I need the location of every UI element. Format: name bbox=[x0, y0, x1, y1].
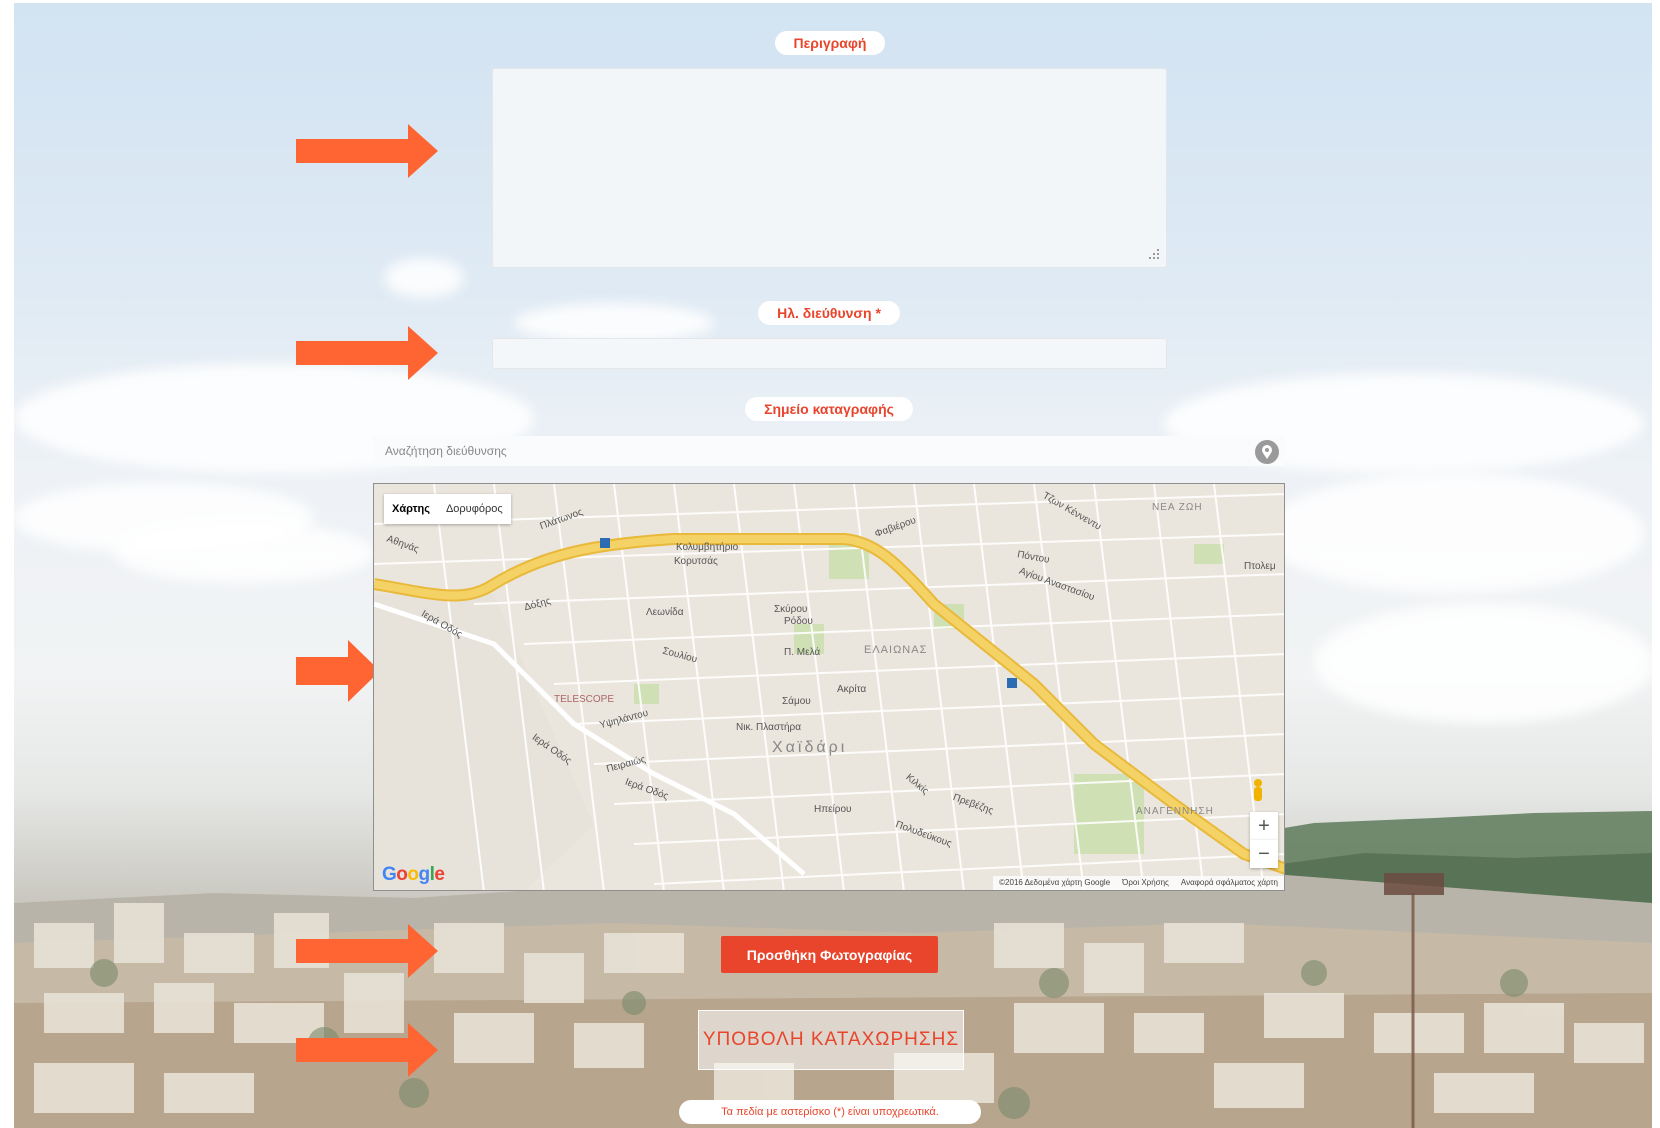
map-label: Πτολεμ bbox=[1244, 561, 1276, 572]
tab-map[interactable]: Χάρτης bbox=[384, 494, 438, 524]
description-label: Περιγραφή bbox=[775, 31, 885, 55]
map-label: Κορυτσάς bbox=[674, 556, 718, 567]
resize-handle-icon[interactable] bbox=[1148, 249, 1160, 261]
map-report-link[interactable]: Αναφορά σφάλματος χάρτη bbox=[1181, 876, 1278, 890]
map-label: Κολυμβητήριο bbox=[676, 542, 739, 553]
map-label: Ηπείρου bbox=[814, 804, 852, 815]
required-fields-note: Τα πεδία με αστερίσκο (*) είναι υποχρεωτ… bbox=[679, 1100, 981, 1124]
email-field[interactable] bbox=[492, 338, 1167, 369]
description-textarea[interactable] bbox=[492, 68, 1167, 268]
zoom-out-button[interactable]: − bbox=[1250, 840, 1278, 868]
map-label: Σάμου bbox=[782, 696, 811, 707]
tab-satellite[interactable]: Δορυφόρος bbox=[438, 494, 511, 524]
email-label: Ηλ. διεύθυνση * bbox=[758, 301, 900, 325]
map-label: ΑΝΑΓΕΝΝΗΣΗ bbox=[1136, 806, 1214, 817]
map-label: Π. Μελά bbox=[784, 647, 821, 658]
city-buildings bbox=[34, 873, 1644, 1128]
map-terms-link[interactable]: Όροι Χρήσης bbox=[1122, 876, 1169, 890]
map-canvas[interactable] bbox=[374, 484, 1285, 891]
arrow-icon bbox=[296, 124, 438, 178]
google-logo: Google bbox=[382, 864, 445, 885]
map-label: ΕΛΑΙΩΝΑΣ bbox=[864, 644, 928, 656]
location-label: Σημείο καταγραφής bbox=[745, 397, 913, 421]
address-search-placeholder: Αναζήτηση διεύθυνσης bbox=[385, 444, 507, 458]
map-data-credit: ©2016 Δεδομένα χάρτη Google bbox=[999, 878, 1111, 887]
map-label: Σκύρου bbox=[774, 604, 808, 615]
cloud bbox=[1314, 603, 1652, 723]
zoom-in-button[interactable]: + bbox=[1250, 812, 1278, 840]
arrow-icon bbox=[296, 326, 438, 380]
map-footer: ©2016 Δεδομένα χάρτη Google Όροι Χρήσης … bbox=[993, 876, 1284, 890]
cloud bbox=[384, 258, 464, 298]
cloud bbox=[1264, 473, 1644, 593]
cloud bbox=[514, 303, 714, 343]
location-pin-icon[interactable] bbox=[1255, 440, 1279, 464]
address-search-input[interactable]: Αναζήτηση διεύθυνσης bbox=[373, 436, 1285, 466]
cloud bbox=[14, 483, 314, 553]
arrow-icon bbox=[296, 1023, 438, 1077]
map-type-tabs: Χάρτης Δορυφόρος bbox=[384, 494, 511, 524]
map-label: Νικ. Πλαστήρα bbox=[736, 722, 802, 733]
arrow-icon bbox=[296, 924, 438, 978]
map-label: Ακρίτα bbox=[837, 684, 867, 695]
map-label: ΝΕΑ ΖΩΗ bbox=[1152, 502, 1203, 513]
map-label: Ρόδου bbox=[784, 616, 813, 627]
map-label: Λεωνίδα bbox=[646, 607, 684, 618]
add-photo-button[interactable]: Προσθήκη Φωτογραφίας bbox=[721, 936, 938, 973]
location-map[interactable]: Χάρτης Δορυφόρος Κολυμβητήριο Κορυτσάς Ι… bbox=[373, 483, 1285, 891]
map-label: Χαϊδάρι bbox=[772, 739, 848, 756]
map-label: TELESCOPE bbox=[554, 694, 615, 705]
arrow-icon bbox=[296, 640, 380, 702]
submit-button[interactable]: ΥΠΟΒΟΛΗ ΚΑΤΑΧΩΡΗΣΗΣ bbox=[698, 1010, 964, 1070]
